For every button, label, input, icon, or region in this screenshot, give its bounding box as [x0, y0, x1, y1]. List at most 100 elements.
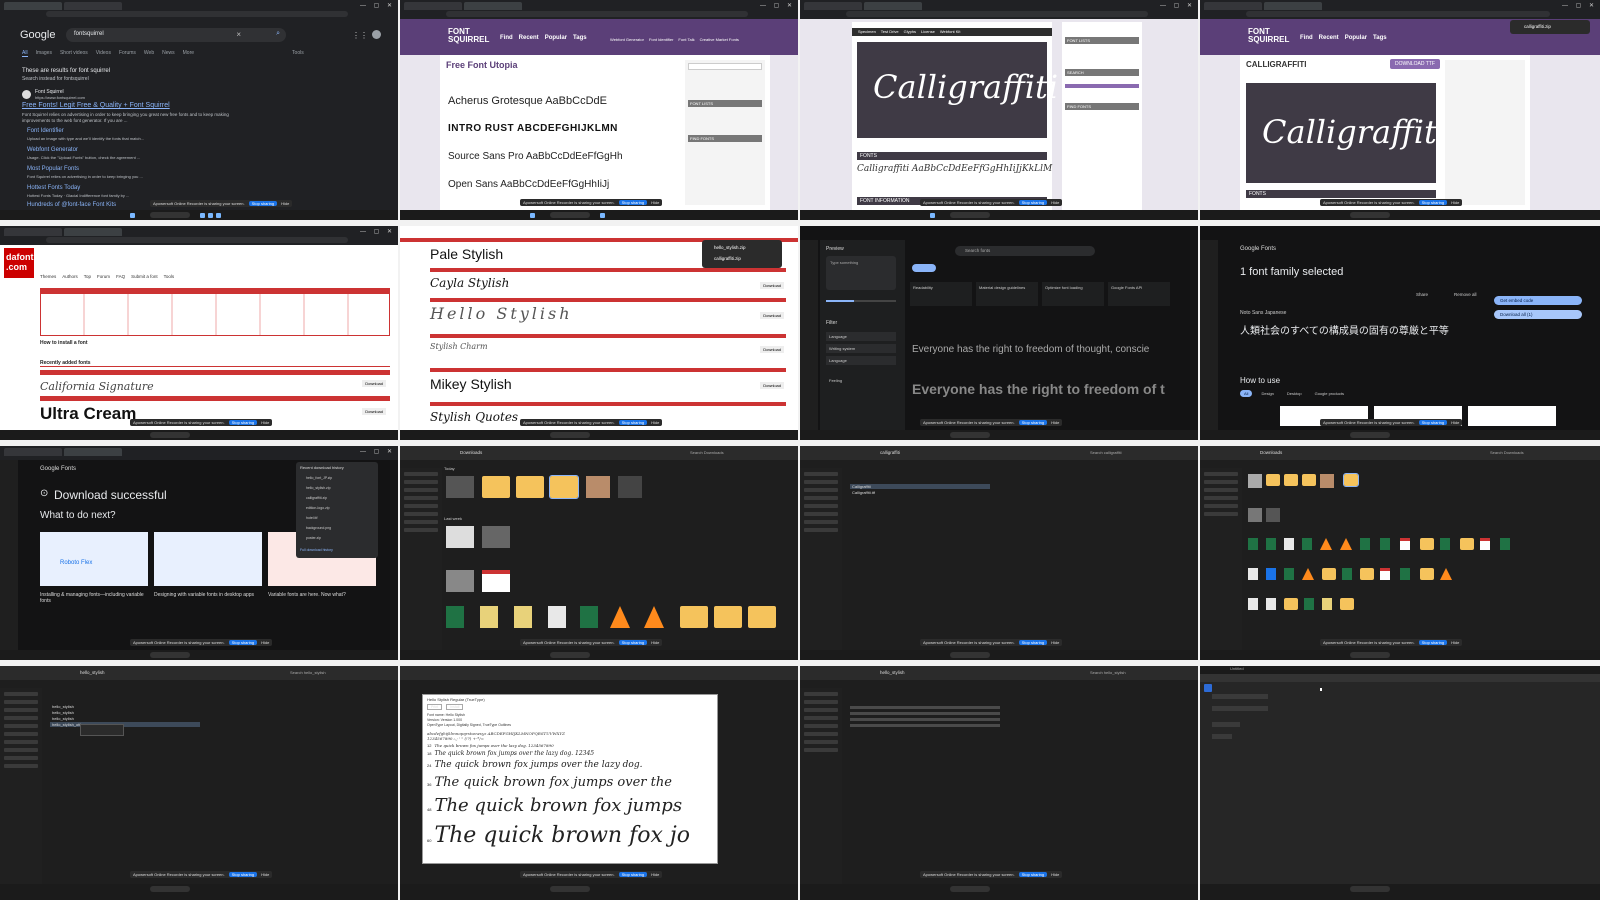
nav-find[interactable]: Find [500, 35, 513, 41]
font-sample[interactable]: Pale Stylish [430, 246, 503, 262]
nav-top[interactable]: Top [84, 274, 91, 279]
nav-themes[interactable]: Themes [40, 274, 56, 279]
tab-forums[interactable]: Forums [119, 50, 136, 57]
stop-sharing-button[interactable]: Stop sharing [1418, 640, 1448, 645]
chip-design[interactable]: Design [1257, 390, 1277, 397]
history-item[interactable]: background.png [306, 526, 331, 530]
excel-icon[interactable] [580, 606, 598, 628]
download-ttf-button[interactable]: DOWNLOAD TTF [1390, 59, 1440, 69]
tab-more[interactable]: More [183, 50, 194, 57]
nav-creative-market[interactable]: Creative Market Fonts [700, 37, 739, 42]
file-icon[interactable] [1322, 598, 1332, 610]
card-optimize[interactable]: Optimize font loading [1042, 282, 1104, 306]
card-title[interactable]: Designing with variable fonts in desktop… [154, 592, 262, 598]
chip-desktop[interactable]: Desktop [1283, 390, 1306, 397]
hide-button[interactable]: Hide [651, 420, 659, 425]
folder-icon[interactable] [748, 606, 776, 628]
file-icon[interactable] [1266, 568, 1276, 580]
excel-icon[interactable] [1342, 568, 1352, 580]
file-row[interactable]: hello_stylish [50, 704, 200, 709]
google-fonts-logo[interactable]: Google Fonts [40, 466, 76, 472]
filter-chip[interactable] [912, 264, 936, 272]
file-thumbnail[interactable] [446, 526, 474, 548]
hide-button[interactable]: Hide [261, 420, 269, 425]
card-title[interactable]: Variable fonts are here. Now what? [268, 592, 376, 598]
explorer-search[interactable]: Search hello_stylish [1090, 670, 1126, 675]
popup-filename[interactable]: calligraffiti.zip [714, 256, 741, 261]
sitelink-title[interactable]: Hundreds of @font-face Font Kits [27, 202, 116, 208]
folder-icon[interactable] [1302, 474, 1316, 486]
stop-sharing-button[interactable]: Stop sharing [228, 640, 258, 645]
sitelink-title[interactable]: Font Identifier [27, 128, 64, 134]
result-title[interactable]: Free Fonts! Legit Free & Quality + Font … [22, 102, 170, 109]
filter-feeling[interactable]: Feeling [826, 376, 896, 385]
address-path[interactable]: Downloads [460, 450, 482, 455]
nav-forum[interactable]: Forum [97, 274, 110, 279]
file-thumbnail[interactable] [514, 606, 532, 628]
font-sample[interactable]: Stylish Quotes [430, 410, 518, 424]
vlc-icon[interactable] [1302, 568, 1314, 580]
folder-icon[interactable] [680, 606, 708, 628]
font-sample[interactable]: California Signature [40, 380, 154, 393]
history-item[interactable]: hotel.ttf [306, 516, 317, 520]
explorer-search[interactable]: Search hello_stylish [290, 670, 326, 675]
folder-icon[interactable] [516, 476, 544, 498]
file-row[interactable] [850, 718, 1000, 721]
excel-icon[interactable] [1302, 538, 1312, 550]
file-icon[interactable] [1400, 538, 1410, 550]
tab-glyphs[interactable]: Glyphs [904, 28, 916, 36]
search-icon[interactable]: ⌕ [276, 30, 280, 38]
nav-faq[interactable]: FAQ [116, 274, 125, 279]
hide-button[interactable]: Hide [651, 200, 659, 205]
vlc-icon[interactable] [644, 606, 664, 628]
folder-icon[interactable] [1322, 568, 1336, 580]
hide-button[interactable]: Hide [651, 872, 659, 877]
download-button[interactable]: Download [760, 282, 784, 289]
card-material[interactable]: Material design guidelines [976, 282, 1038, 306]
hide-button[interactable]: Hide [1051, 200, 1059, 205]
vlc-icon[interactable] [610, 606, 630, 628]
stop-sharing-button[interactable]: Stop sharing [618, 200, 648, 205]
file-row[interactable]: hello_stylish_otf [50, 722, 200, 727]
card-api[interactable]: Google Fonts API [1108, 282, 1170, 306]
file-thumbnail[interactable] [618, 476, 642, 498]
sidebar-search[interactable] [688, 63, 762, 70]
font-sample[interactable]: Everyone has the right to freedom of t [912, 381, 1165, 397]
font-sample[interactable]: Source Sans Pro AaBbCcDdEeFfGgHh [448, 151, 623, 162]
tab-specimen[interactable]: Specimen [858, 28, 876, 36]
folder-icon[interactable] [1284, 474, 1298, 486]
file-icon[interactable] [548, 606, 566, 628]
nav-font-identifier[interactable]: Font Identifier [649, 37, 673, 42]
sitelink-title[interactable]: Webfont Generator [27, 147, 78, 153]
stop-sharing-button[interactable]: Stop sharing [1018, 640, 1048, 645]
address-path[interactable]: hello_stylish [80, 670, 105, 675]
file-icon[interactable] [1248, 568, 1258, 580]
file-thumbnail[interactable] [1248, 508, 1262, 522]
folder-icon[interactable] [1343, 473, 1359, 487]
download-button[interactable]: Download [362, 380, 386, 387]
chip-google-products[interactable]: Google products [1311, 390, 1348, 397]
stop-sharing-button[interactable]: Stop sharing [618, 872, 648, 877]
hide-button[interactable]: Hide [1051, 420, 1059, 425]
stop-sharing-button[interactable]: Stop sharing [1018, 200, 1048, 205]
fontsquirrel-logo[interactable]: FONT SQUIRREL [1248, 28, 1289, 44]
hide-button[interactable]: Hide [1451, 640, 1459, 645]
hide-button[interactable]: Hide [651, 640, 659, 645]
card-readability[interactable]: Readability [910, 282, 972, 306]
font-sample[interactable]: Cayla Stylish [430, 276, 509, 290]
nav-tags[interactable]: Tags [573, 35, 587, 41]
nav-font-talk[interactable]: Font Talk [678, 37, 694, 42]
excel-icon[interactable] [1284, 568, 1294, 580]
folder-icon[interactable] [482, 476, 510, 498]
share-button[interactable]: Share [1416, 292, 1428, 297]
font-sample[interactable]: Open Sans AaBbCcDdEeFfGgHhIiJj [448, 179, 609, 190]
stop-sharing-button[interactable]: Stop sharing [618, 640, 648, 645]
file-icon[interactable] [1284, 538, 1294, 550]
font-sample[interactable]: Acherus Grotesque AaBbCcDdE [448, 95, 607, 107]
file-icon[interactable] [1248, 598, 1258, 610]
excel-icon[interactable] [1440, 538, 1450, 550]
tab-license[interactable]: License [921, 28, 935, 36]
nav-submit[interactable]: Submit a font [131, 274, 158, 279]
how-to-install[interactable]: How to install a font [40, 340, 88, 346]
stop-sharing-button[interactable]: Stop sharing [1418, 420, 1448, 425]
